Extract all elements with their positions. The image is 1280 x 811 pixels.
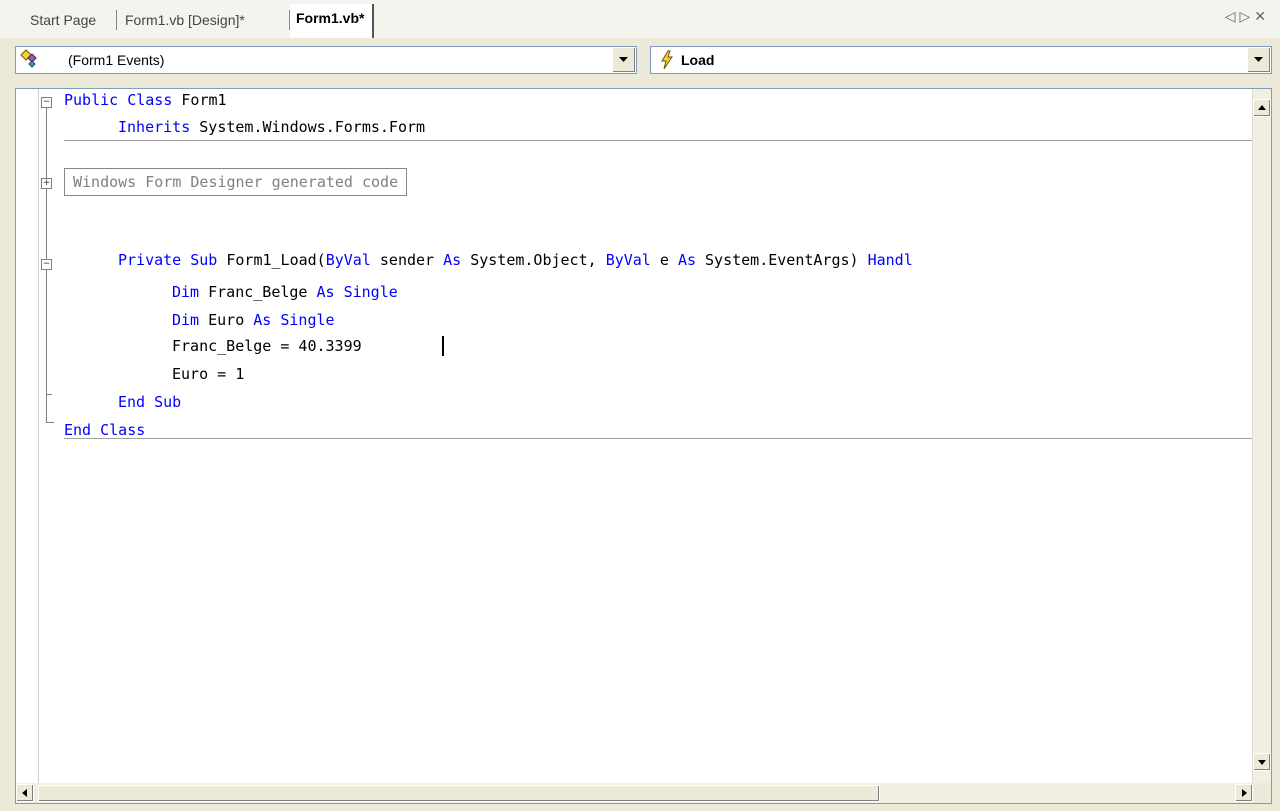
text-caret bbox=[442, 336, 444, 356]
scroll-right-icon[interactable]: ▷ bbox=[1239, 8, 1254, 24]
code-line: Inherits System.Windows.Forms.Form bbox=[118, 118, 426, 136]
tab-start-page[interactable]: Start Page bbox=[30, 8, 96, 36]
arrow-left-icon bbox=[22, 789, 27, 797]
code-line: Franc_Belge = 40.3399 bbox=[172, 337, 362, 355]
code-line: Private Sub Form1_Load(ByVal sender As S… bbox=[118, 251, 913, 269]
collapse-icon[interactable]: − bbox=[41, 259, 52, 270]
scroll-up-button[interactable] bbox=[1253, 99, 1271, 117]
arrow-down-icon bbox=[1258, 760, 1266, 765]
outline-guide bbox=[46, 422, 54, 423]
method-combo-dropdown-button[interactable] bbox=[1247, 48, 1270, 72]
collapsed-region[interactable]: Windows Form Designer generated code bbox=[64, 168, 408, 196]
outline-guide bbox=[46, 394, 52, 395]
code-line: Dim Euro As Single bbox=[172, 311, 335, 329]
code-editor[interactable]: − + − Public Class Form1 Inherits System… bbox=[15, 88, 1272, 804]
class-combo-dropdown-button[interactable] bbox=[612, 48, 635, 72]
horizontal-scrollbar[interactable] bbox=[16, 783, 1253, 803]
code-line: Euro = 1 bbox=[172, 365, 245, 383]
event-lightning-icon bbox=[661, 50, 673, 70]
indicator-margin bbox=[16, 89, 39, 803]
scroll-left-icon[interactable]: ◁ bbox=[1225, 8, 1240, 24]
close-icon[interactable]: ✕ bbox=[1254, 8, 1270, 24]
vertical-scrollbar[interactable] bbox=[1252, 89, 1271, 783]
scroll-right-button[interactable] bbox=[1235, 784, 1253, 802]
navigation-bar: (Form1 Events) Load bbox=[0, 38, 1280, 86]
chevron-down-icon bbox=[619, 57, 628, 62]
method-name-dropdown[interactable]: Load bbox=[650, 46, 1272, 74]
horizontal-scroll-thumb[interactable] bbox=[38, 785, 880, 802]
tab-separator bbox=[116, 10, 117, 30]
scroll-left-button[interactable] bbox=[16, 784, 34, 802]
code-line: Dim Franc_Belge As Single bbox=[172, 283, 398, 301]
code-line: Public Class Form1 bbox=[64, 91, 227, 109]
class-events-icon bbox=[20, 49, 37, 68]
method-combo-value: Load bbox=[681, 52, 715, 68]
tab-form1-design[interactable]: Form1.vb [Design]* bbox=[125, 8, 245, 36]
arrow-right-icon bbox=[1242, 789, 1247, 797]
class-combo-value: (Form1 Events) bbox=[68, 52, 165, 68]
document-tab-strip: Start Page Form1.vb [Design]* Form1.vb* … bbox=[0, 0, 1280, 39]
collapse-icon[interactable]: − bbox=[41, 97, 52, 108]
tab-navigation: ◁▷✕ bbox=[1225, 8, 1270, 25]
chevron-down-icon bbox=[1254, 57, 1263, 62]
class-name-dropdown[interactable]: (Form1 Events) bbox=[15, 46, 637, 74]
code-text-area[interactable]: Public Class Form1 Inherits System.Windo… bbox=[64, 89, 1251, 783]
scroll-down-button[interactable] bbox=[1253, 753, 1271, 771]
arrow-up-icon bbox=[1258, 105, 1266, 110]
tab-form1-code[interactable]: Form1.vb* bbox=[290, 4, 375, 38]
expand-icon[interactable]: + bbox=[41, 178, 52, 189]
code-line: End Sub bbox=[118, 393, 182, 411]
scrollbar-corner bbox=[1253, 783, 1271, 803]
code-line: End Class bbox=[64, 421, 146, 439]
